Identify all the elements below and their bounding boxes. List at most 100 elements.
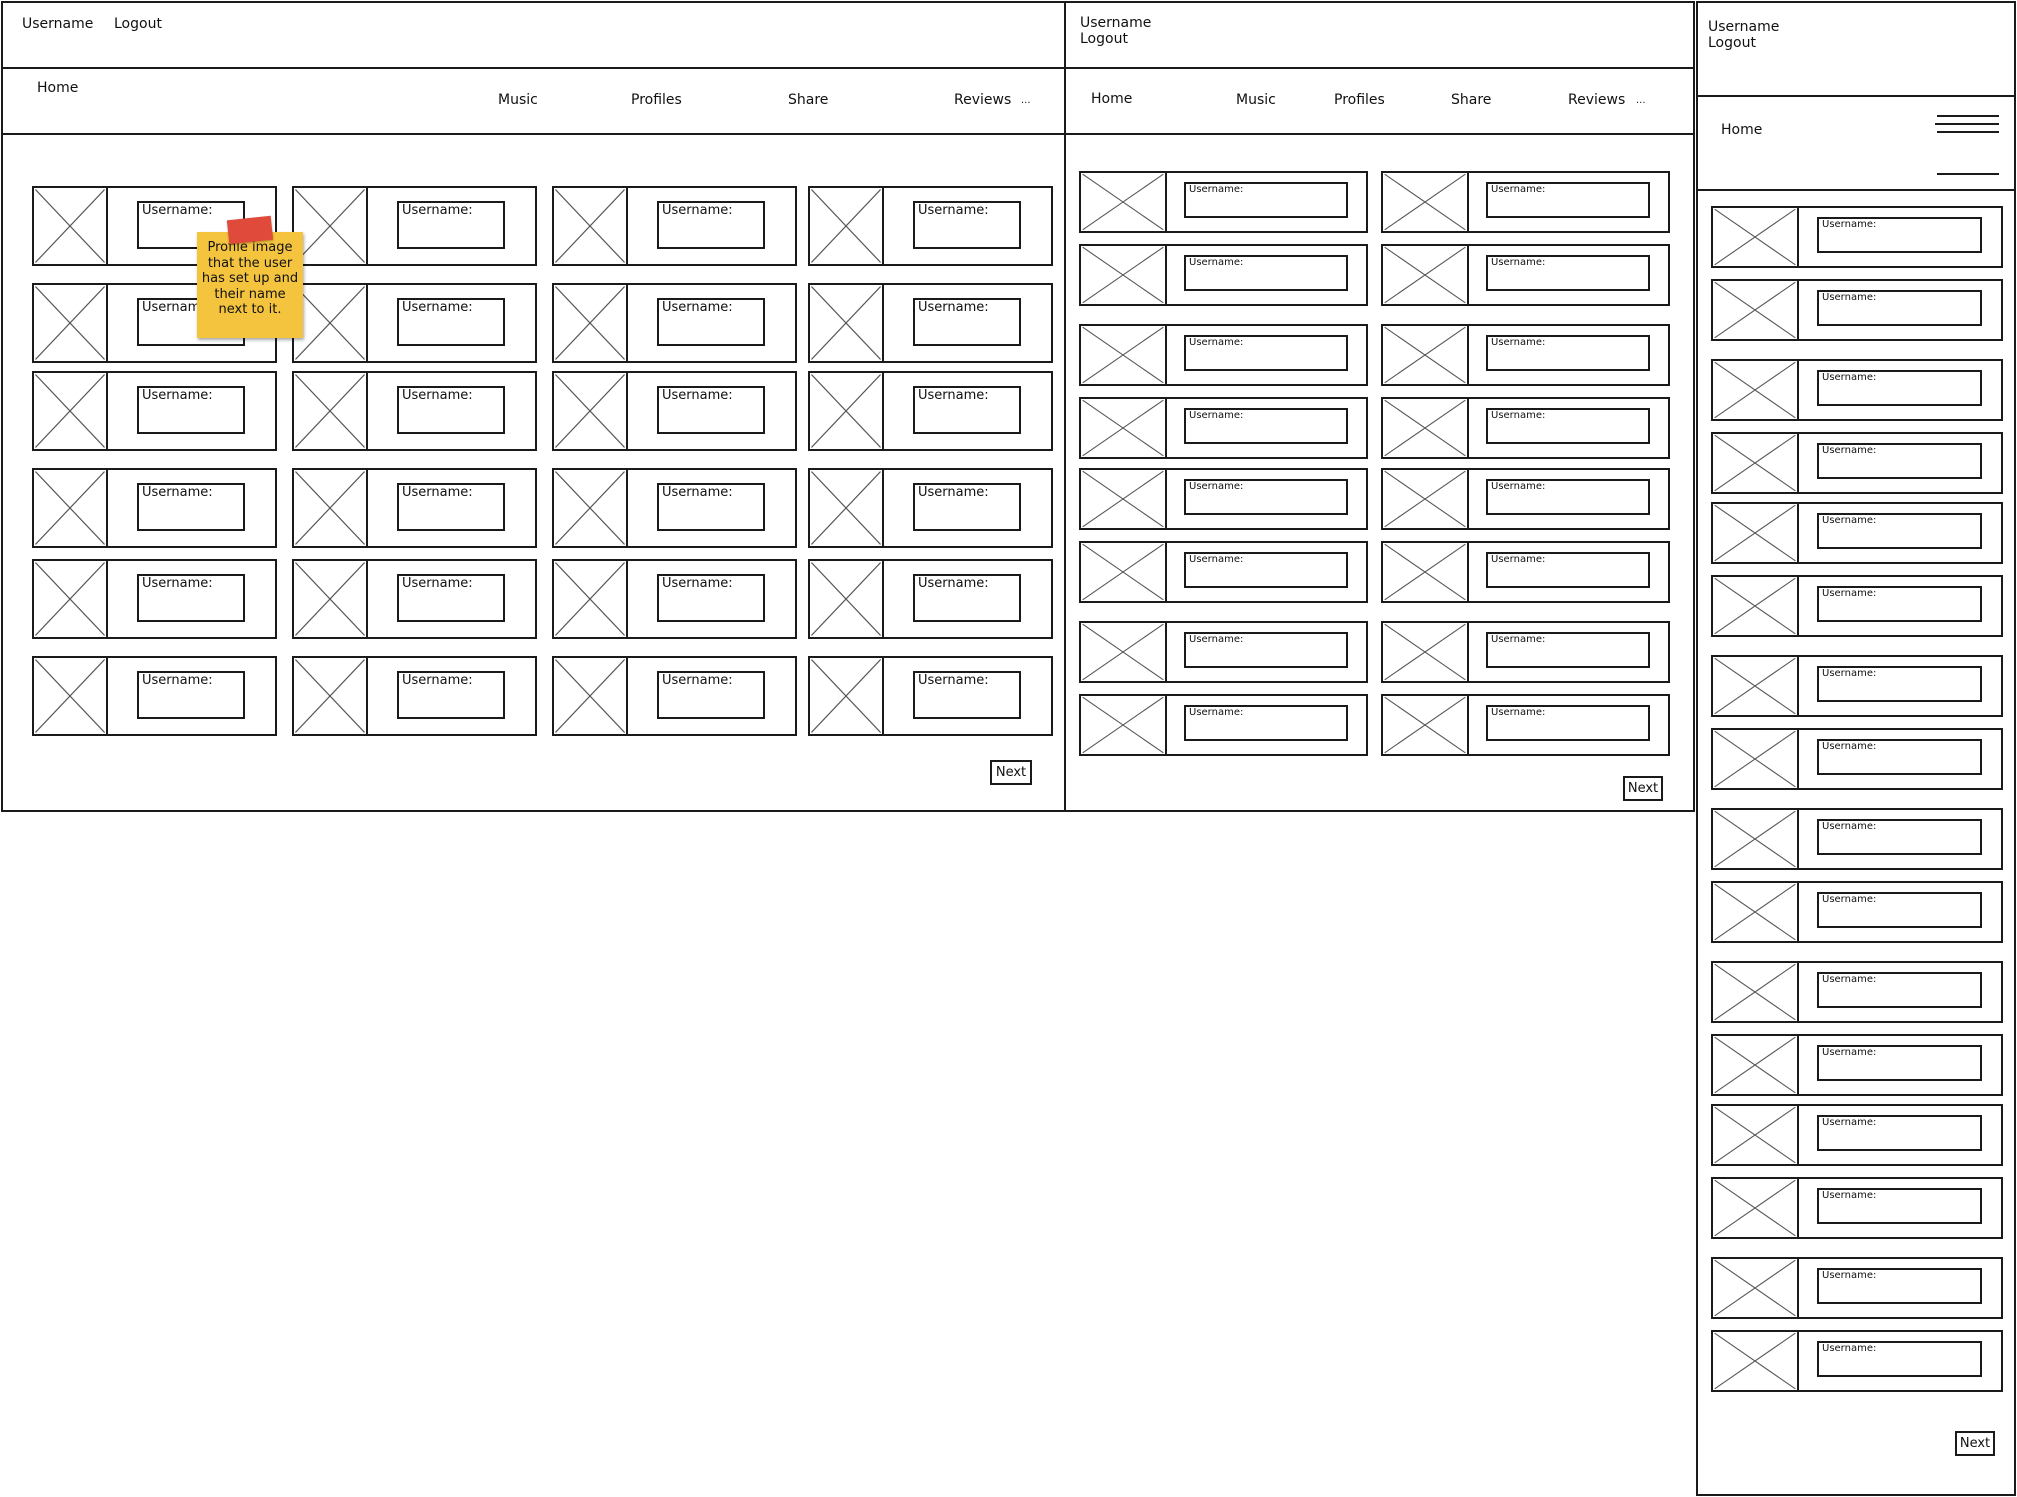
profile-image-placeholder[interactable] (1381, 324, 1469, 386)
profile-image-placeholder[interactable] (292, 186, 368, 266)
profile-image-placeholder[interactable] (1711, 881, 1799, 943)
mobile-logout-link[interactable]: Logout (1708, 35, 1756, 52)
profile-image-placeholder[interactable] (32, 371, 108, 451)
image-placeholder-icon (555, 471, 625, 545)
profile-image-placeholder[interactable] (1079, 171, 1167, 233)
image-placeholder-icon (555, 286, 625, 360)
image-placeholder-icon (1714, 657, 1796, 715)
desktop-nav-reviews[interactable]: Reviews (954, 92, 1011, 109)
profile-image-placeholder[interactable] (1711, 359, 1799, 421)
profile-image-placeholder[interactable] (1381, 468, 1469, 530)
profile-image-placeholder[interactable] (1381, 244, 1469, 306)
profile-image-placeholder[interactable] (1079, 324, 1167, 386)
profile-image-placeholder[interactable] (292, 468, 368, 548)
profile-image-placeholder[interactable] (32, 468, 108, 548)
profile-image-placeholder[interactable] (1711, 1104, 1799, 1166)
profile-image-placeholder[interactable] (808, 559, 884, 639)
profile-image-placeholder[interactable] (1711, 206, 1799, 268)
image-placeholder-icon (1714, 1179, 1796, 1237)
image-placeholder-icon (1384, 173, 1466, 231)
profile-image-placeholder[interactable] (1711, 961, 1799, 1023)
profile-image-placeholder[interactable] (1381, 171, 1469, 233)
image-placeholder-icon (811, 374, 881, 448)
desktop-nav-more[interactable]: ... (1021, 92, 1031, 109)
profile-image-placeholder[interactable] (1711, 808, 1799, 870)
profile-image-placeholder[interactable] (32, 656, 108, 736)
tablet-nav-profiles[interactable]: Profiles (1334, 92, 1385, 109)
desktop-logout-link[interactable]: Logout (114, 16, 162, 33)
profile-image-placeholder[interactable] (1711, 655, 1799, 717)
username-label: Username: (1491, 257, 1546, 268)
profile-image-placeholder[interactable] (292, 371, 368, 451)
profile-image-placeholder[interactable] (552, 283, 628, 363)
username-label: Username: (1822, 1190, 1877, 1201)
profile-image-placeholder[interactable] (1711, 1257, 1799, 1319)
hamburger-menu-icon[interactable] (1935, 115, 2001, 175)
profile-image-placeholder[interactable] (1381, 541, 1469, 603)
profile-image-placeholder[interactable] (1079, 694, 1167, 756)
profile-image-placeholder[interactable] (808, 468, 884, 548)
tablet-nav-share[interactable]: Share (1451, 92, 1491, 109)
profile-image-placeholder[interactable] (32, 559, 108, 639)
desktop-nav-profiles[interactable]: Profiles (631, 92, 682, 109)
desktop-username-link[interactable]: Username (22, 16, 93, 33)
image-placeholder-icon (1082, 623, 1164, 681)
profile-image-placeholder[interactable] (552, 656, 628, 736)
profile-image-placeholder[interactable] (292, 283, 368, 363)
profile-image-placeholder[interactable] (1711, 1177, 1799, 1239)
mobile-username-link[interactable]: Username (1708, 19, 1779, 36)
image-placeholder-icon (1714, 208, 1796, 266)
profile-image-placeholder[interactable] (808, 186, 884, 266)
tablet-logout-link[interactable]: Logout (1080, 31, 1128, 48)
profile-image-placeholder[interactable] (1079, 621, 1167, 683)
profile-image-placeholder[interactable] (1079, 468, 1167, 530)
image-placeholder-icon (1714, 810, 1796, 868)
desktop-nav-share[interactable]: Share (788, 92, 828, 109)
profile-image-placeholder[interactable] (808, 283, 884, 363)
tablet-next-button[interactable]: Next (1623, 776, 1663, 801)
tablet-nav-reviews[interactable]: Reviews (1568, 92, 1625, 109)
profile-image-placeholder[interactable] (552, 371, 628, 451)
profile-image-placeholder[interactable] (32, 283, 108, 363)
username-label: Username: (402, 673, 473, 688)
username-label: Username: (662, 673, 733, 688)
profile-image-placeholder[interactable] (1711, 279, 1799, 341)
profile-image-placeholder[interactable] (1079, 244, 1167, 306)
mobile-next-button[interactable]: Next (1955, 1431, 1995, 1456)
profile-image-placeholder[interactable] (1711, 502, 1799, 564)
profile-image-placeholder[interactable] (808, 656, 884, 736)
tablet-nav-home[interactable]: Home (1091, 91, 1132, 108)
tablet-nav-music[interactable]: Music (1236, 92, 1276, 109)
profile-image-placeholder[interactable] (1381, 694, 1469, 756)
desktop-nav-music[interactable]: Music (498, 92, 538, 109)
image-placeholder-icon (1714, 281, 1796, 339)
profile-image-placeholder[interactable] (1381, 397, 1469, 459)
profile-image-placeholder[interactable] (1711, 1330, 1799, 1392)
profile-image-placeholder[interactable] (1079, 541, 1167, 603)
username-label: Username: (1822, 372, 1877, 383)
image-placeholder-icon (1714, 1106, 1796, 1164)
profile-image-placeholder[interactable] (1711, 432, 1799, 494)
tablet-nav-more[interactable]: ... (1636, 92, 1646, 109)
profile-image-placeholder[interactable] (1711, 728, 1799, 790)
profile-image-placeholder[interactable] (1381, 621, 1469, 683)
profile-image-placeholder[interactable] (292, 656, 368, 736)
profile-image-placeholder[interactable] (292, 559, 368, 639)
profile-image-placeholder[interactable] (1079, 397, 1167, 459)
desktop-nav-home[interactable]: Home (37, 80, 78, 97)
username-label: Username: (1822, 974, 1877, 985)
profile-image-placeholder[interactable] (552, 468, 628, 548)
desktop-next-button[interactable]: Next (990, 760, 1032, 785)
profile-image-placeholder[interactable] (552, 559, 628, 639)
profile-image-placeholder[interactable] (1711, 575, 1799, 637)
profile-image-placeholder[interactable] (1711, 1034, 1799, 1096)
mobile-nav-home[interactable]: Home (1721, 122, 1762, 139)
image-placeholder-icon (1384, 470, 1466, 528)
tablet-username-link[interactable]: Username (1080, 15, 1151, 32)
hamburger-line (1937, 131, 1999, 133)
image-placeholder-icon (1082, 246, 1164, 304)
profile-image-placeholder[interactable] (808, 371, 884, 451)
profile-image-placeholder[interactable] (32, 186, 108, 266)
profile-image-placeholder[interactable] (552, 186, 628, 266)
image-placeholder-icon (811, 471, 881, 545)
